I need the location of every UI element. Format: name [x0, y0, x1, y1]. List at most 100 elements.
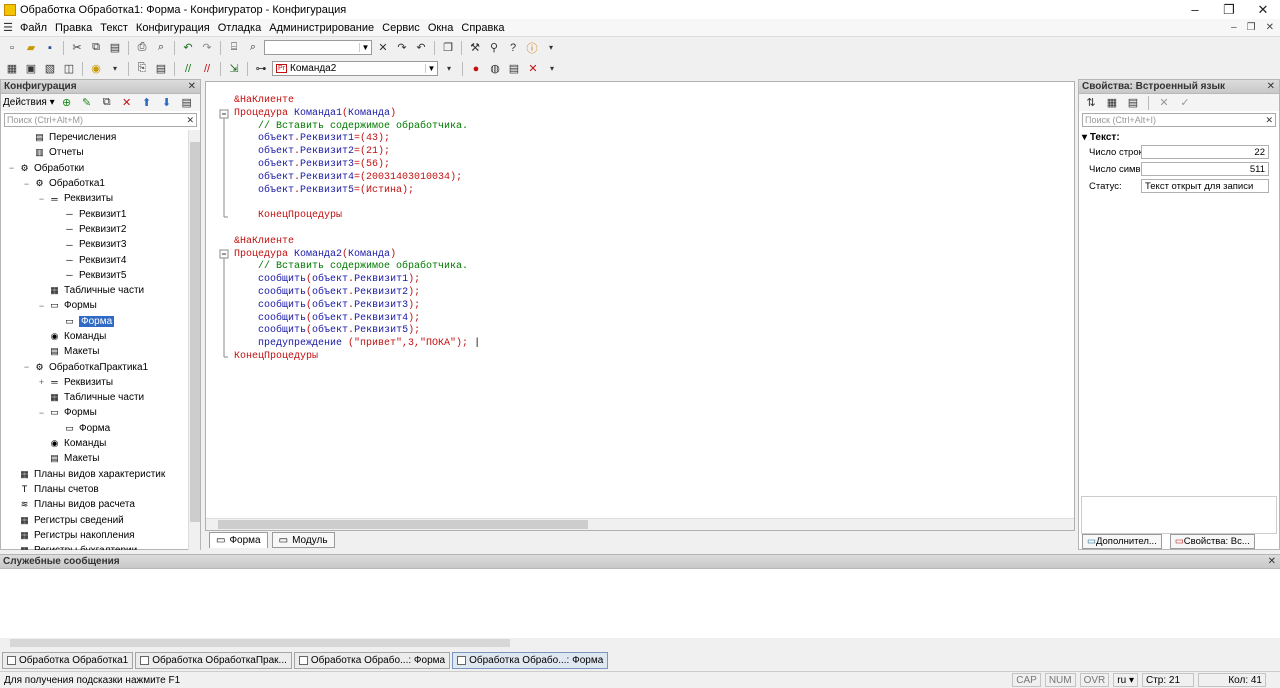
code-line[interactable]: КонецПроцедуры — [234, 351, 480, 364]
chevron-down-icon[interactable]: ▼ — [359, 43, 371, 52]
undo-icon[interactable]: ↶ — [180, 40, 196, 56]
tree-node[interactable]: ▤ Макеты — [1, 451, 188, 466]
menu-service[interactable]: Сервис — [378, 22, 424, 34]
maximize-button[interactable]: ❐ — [1212, 2, 1246, 18]
code-line[interactable]: &НаКлиенте — [234, 236, 480, 249]
close-button[interactable]: ✕ — [1246, 2, 1280, 18]
expand-icon[interactable]: + — [37, 377, 46, 387]
code-line[interactable]: &НаКлиенте — [234, 95, 480, 108]
print-icon[interactable]: ⎙ — [134, 40, 150, 56]
open-file-icon[interactable]: ▰ — [23, 40, 39, 56]
code-line[interactable]: КонецПроцедуры — [234, 210, 480, 223]
chevron-down-icon[interactable]: ▼ — [425, 64, 437, 73]
save-icon[interactable]: ▪ — [42, 40, 58, 56]
find-next-icon[interactable]: ↷ — [394, 40, 410, 56]
tab-properties[interactable]: ▭ Свойства: Вс... — [1169, 534, 1255, 549]
language-selector[interactable]: ru ▾ — [1113, 673, 1138, 687]
move-down-icon[interactable]: ⬇ — [159, 95, 175, 111]
actions-menu-button[interactable]: Действия ▾ — [3, 97, 55, 108]
vertical-scrollbar[interactable] — [188, 130, 200, 550]
move-up-icon[interactable]: ⬆ — [139, 95, 155, 111]
properties-search-input[interactable]: Поиск (Ctrl+Alt+I) ✕ — [1082, 113, 1276, 127]
tree-node[interactable]: − ⚙ Обработка1 — [1, 176, 188, 191]
add-icon[interactable]: ⊕ — [59, 95, 75, 111]
breakpoint-list-icon[interactable]: ▤ — [506, 61, 522, 77]
categories-icon[interactable]: ▦ — [1104, 95, 1120, 111]
compare-icon[interactable]: ◫ — [61, 61, 77, 77]
window-tab[interactable]: Обработка ОбработкаПрак... — [135, 652, 292, 669]
window-tab[interactable]: Обработка Обрабо...: Форма — [293, 652, 451, 669]
tree-node[interactable]: ─ Реквизит3 — [1, 237, 188, 252]
breakpoint-icon[interactable]: ● — [468, 61, 484, 77]
print-preview-icon[interactable]: ⌕ — [153, 40, 169, 56]
search-icon[interactable]: ⌕ — [245, 40, 261, 56]
tree-node[interactable]: ▦ Табличные части — [1, 283, 188, 298]
collapse-icon[interactable]: − — [7, 163, 16, 173]
property-value[interactable]: Текст открыт для записи — [1141, 179, 1269, 193]
code-line[interactable]: Процедура Команда2(Команда) — [234, 249, 480, 262]
tree-node[interactable]: ─ Реквизит5 — [1, 268, 188, 283]
code-text[interactable]: &НаКлиенте Процедура Команда1(Команда) //… — [234, 95, 480, 364]
tree-node[interactable]: ▥ Отчеты — [1, 145, 188, 160]
tree-node[interactable]: ▦ Регистры сведений — [1, 512, 188, 527]
menu-help[interactable]: Справка — [457, 22, 508, 34]
collapse-icon[interactable]: − — [37, 301, 46, 311]
delete-breakpoints-icon[interactable]: ✕ — [525, 61, 541, 77]
update-icon[interactable]: ▧ — [42, 61, 58, 77]
menu-file[interactable]: Файл — [16, 22, 51, 34]
sort-alpha-icon[interactable]: ⇅ — [1083, 95, 1099, 111]
search-combo[interactable]: ▼ — [264, 40, 372, 55]
help-icon[interactable]: ? — [505, 40, 521, 56]
tree-node[interactable]: ▦ Табличные части — [1, 390, 188, 405]
close-icon[interactable]: ✕ — [188, 81, 200, 92]
tree-node[interactable]: − ▭ Формы — [1, 405, 188, 420]
tree-node[interactable]: ▤ Макеты — [1, 344, 188, 359]
procedures-icon[interactable]: ⊶ — [253, 61, 269, 77]
property-value[interactable]: 22 — [1141, 145, 1269, 159]
property-value[interactable]: 511 — [1141, 162, 1269, 176]
configuration-search-input[interactable]: Поиск (Ctrl+Alt+M) ✕ — [4, 113, 197, 127]
horizontal-scrollbar[interactable] — [0, 638, 1280, 648]
find-previous-icon[interactable]: ↶ — [413, 40, 429, 56]
tree-node[interactable]: ▭ Форма — [1, 421, 188, 436]
mdi-close-button[interactable]: ✕ — [1266, 22, 1274, 33]
code-line[interactable]: объект.Реквизит2=(21); — [234, 146, 480, 159]
delete-icon[interactable]: ✕ — [119, 95, 135, 111]
cut-icon[interactable]: ✂ — [69, 40, 85, 56]
mdi-restore-button[interactable]: ❐ — [1247, 22, 1256, 33]
system-menu-icon[interactable]: ☰ — [0, 20, 16, 36]
apply-icon[interactable]: ✓ — [1177, 95, 1193, 111]
code-line[interactable]: сообщить(объект.Реквизит3); — [234, 300, 480, 313]
find-in-files-icon[interactable]: ⌸ — [226, 40, 242, 56]
window-tab[interactable]: Обработка Обработка1 — [2, 652, 134, 669]
configuration-icon[interactable]: ▦ — [4, 61, 20, 77]
tree-node[interactable]: ▦ Регистры бухгалтерии — [1, 543, 188, 550]
clear-search-icon[interactable]: ✕ — [186, 115, 194, 126]
start-debug-icon[interactable]: ◉ — [88, 61, 104, 77]
copy-object-icon[interactable]: ⧉ — [99, 95, 115, 111]
minimize-button[interactable]: – — [1178, 2, 1212, 18]
code-line[interactable]: объект.Реквизит4=(20031403010034); — [234, 172, 480, 185]
mdi-minimize-button[interactable]: – — [1231, 22, 1237, 33]
tree-node[interactable]: ◉ Команды — [1, 329, 188, 344]
tree-node[interactable]: ─ Реквизит2 — [1, 222, 188, 237]
copy-icon[interactable]: ⧉ — [88, 40, 104, 56]
collapse-icon[interactable]: − — [37, 194, 46, 204]
horizontal-scrollbar[interactable] — [206, 518, 1074, 530]
sort-icon[interactable]: ▤ — [179, 95, 195, 111]
syntax-helper-icon[interactable]: ⚲ — [486, 40, 502, 56]
code-line[interactable]: сообщить(объект.Реквизит2); — [234, 287, 480, 300]
menu-windows[interactable]: Окна — [424, 22, 458, 34]
scrollbar-thumb[interactable] — [190, 142, 200, 522]
clear-search-icon[interactable]: ✕ — [375, 40, 391, 56]
menu-administration[interactable]: Администрирование — [265, 22, 378, 34]
tools-icon[interactable]: ⚒ — [467, 40, 483, 56]
tree-node[interactable]: ▤ Перечисления — [1, 130, 188, 145]
edit-icon[interactable]: ✎ — [79, 95, 95, 111]
debug-dropdown-icon[interactable]: ▾ — [107, 61, 123, 77]
code-line[interactable]: объект.Реквизит5=(Истина); — [234, 185, 480, 198]
fold-marker-2[interactable] — [219, 249, 229, 259]
tree-node[interactable]: ─ Реквизит1 — [1, 206, 188, 221]
toolbar-dropdown-icon[interactable]: ▾ — [544, 61, 560, 77]
syntax-check-icon[interactable]: ⎘ — [134, 61, 150, 77]
